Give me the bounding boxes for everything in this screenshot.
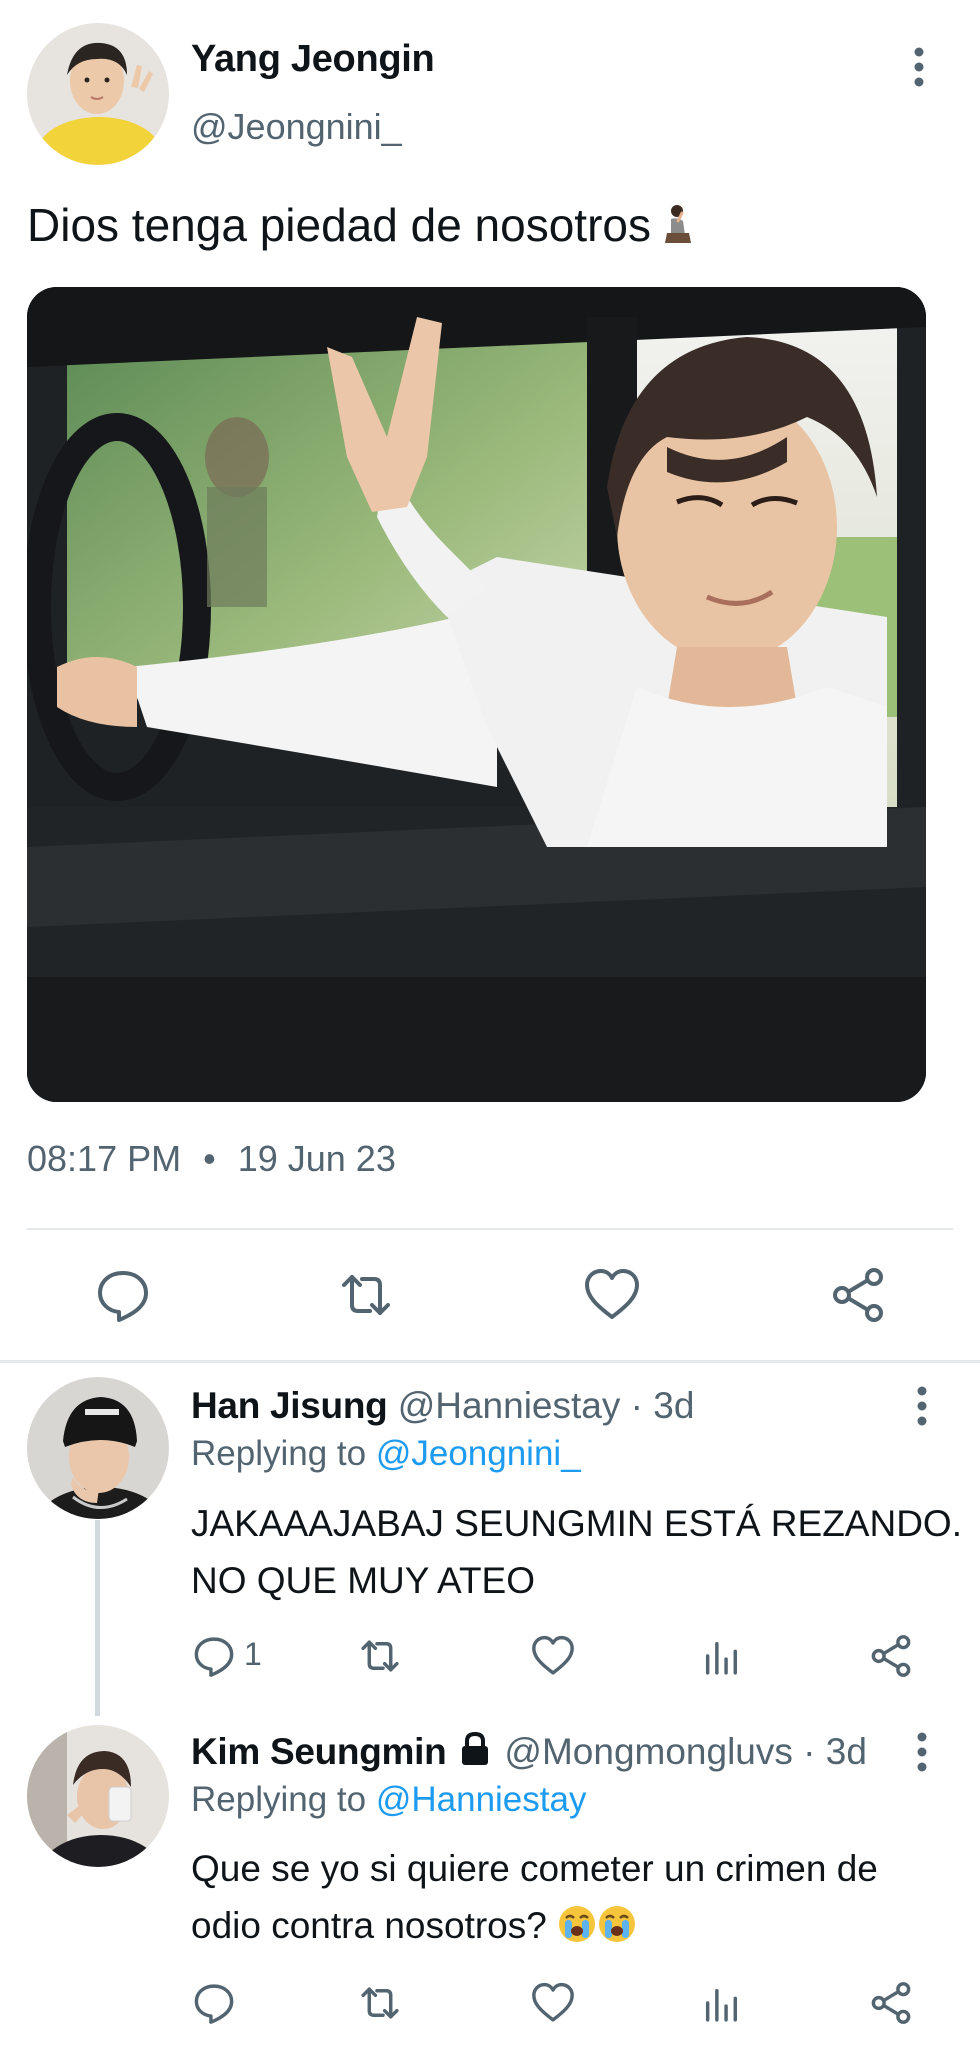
like-heart-icon[interactable] xyxy=(530,1980,576,2026)
timestamp-separator: • xyxy=(203,1138,216,1179)
reply-text-line: JAKAAAJABAJ SEUNGMIN ESTÁ REZANDO. xyxy=(191,1503,962,1544)
replying-to-prefix: Replying to xyxy=(191,1434,376,1473)
tweet-timestamp[interactable]: 08:17 PM • 19 Jun 23 xyxy=(27,1138,396,1180)
replying-to-prefix: Replying to xyxy=(191,1780,376,1819)
media-photo xyxy=(27,287,926,1102)
reply-author-handle[interactable]: @Mongmongluvs xyxy=(504,1731,792,1772)
reply-text: JAKAAAJABAJ SEUNGMIN ESTÁ REZANDO. NO QU… xyxy=(191,1495,962,1609)
avatar-photo xyxy=(27,1377,169,1519)
views-analytics-icon[interactable] xyxy=(700,1633,746,1679)
lock-icon xyxy=(458,1731,492,1767)
reply-text-line-2: odio contra nosotros? xyxy=(191,1897,878,1954)
reply-icon[interactable] xyxy=(191,1633,237,1679)
tweet-text: Dios tenga piedad de nosotros xyxy=(27,198,695,252)
share-icon[interactable] xyxy=(868,1980,914,2026)
reply-author-handle[interactable]: @Hanniestay xyxy=(398,1385,621,1426)
author-avatar[interactable] xyxy=(27,23,169,165)
thread-connector-line xyxy=(95,1520,100,1716)
reply-header: Han Jisung @Hanniestay · 3d xyxy=(191,1385,694,1427)
tweet-date: 19 Jun 23 xyxy=(237,1138,396,1179)
divider xyxy=(0,1360,980,1363)
reply-text-line-content: odio contra nosotros? xyxy=(191,1905,547,1946)
reply-text-line: NO QUE MUY ATEO xyxy=(191,1560,536,1601)
more-options-icon[interactable] xyxy=(904,45,934,89)
reply-age: · 3d xyxy=(630,1385,695,1426)
like-heart-icon[interactable] xyxy=(582,1265,642,1325)
tweet-media-image[interactable] xyxy=(27,287,926,1102)
share-icon[interactable] xyxy=(868,1633,914,1679)
divider xyxy=(27,1228,953,1230)
reply-author-name[interactable]: Han Jisung xyxy=(191,1385,388,1426)
more-options-icon[interactable] xyxy=(907,1384,937,1428)
replying-to-mention[interactable]: @Jeongnini_ xyxy=(376,1434,581,1473)
replying-to: Replying to @Hanniestay xyxy=(191,1780,586,1820)
avatar-photo xyxy=(27,23,169,165)
retweet-icon[interactable] xyxy=(357,1980,403,2026)
reply-count: 1 xyxy=(244,1636,262,1672)
tweet-text-content: Dios tenga piedad de nosotros xyxy=(27,199,651,251)
author-name[interactable]: Yang Jeongin xyxy=(191,38,435,81)
retweet-icon[interactable] xyxy=(336,1265,396,1325)
reply-icon[interactable] xyxy=(93,1265,153,1325)
reply-author-avatar[interactable] xyxy=(27,1725,169,1867)
tweet-time: 08:17 PM xyxy=(27,1138,182,1179)
reply-icon[interactable] xyxy=(191,1980,237,2026)
avatar-photo xyxy=(27,1725,169,1867)
more-options-icon[interactable] xyxy=(907,1730,937,1774)
reply-age: · 3d xyxy=(803,1731,867,1772)
praying-person-emoji xyxy=(661,203,695,247)
author-handle[interactable]: @Jeongnini_ xyxy=(191,106,402,148)
share-icon[interactable] xyxy=(828,1265,888,1325)
replying-to: Replying to @Jeongnini_ xyxy=(191,1434,581,1474)
loudly-crying-face-emoji xyxy=(557,1903,597,1943)
reply-author-name[interactable]: Kim Seungmin xyxy=(191,1731,447,1772)
views-analytics-icon[interactable] xyxy=(700,1980,746,2026)
reply-header: Kim Seungmin @Mongmongluvs · 3d xyxy=(191,1731,867,1773)
reply-text: Que se yo si quiere cometer un crimen de… xyxy=(191,1840,878,1954)
reply-text-line: Que se yo si quiere cometer un crimen de xyxy=(191,1848,878,1889)
retweet-icon[interactable] xyxy=(357,1633,403,1679)
reply-author-avatar[interactable] xyxy=(27,1377,169,1519)
loudly-crying-face-emoji xyxy=(597,1903,637,1943)
replying-to-mention[interactable]: @Hanniestay xyxy=(376,1780,587,1819)
like-heart-icon[interactable] xyxy=(530,1633,576,1679)
